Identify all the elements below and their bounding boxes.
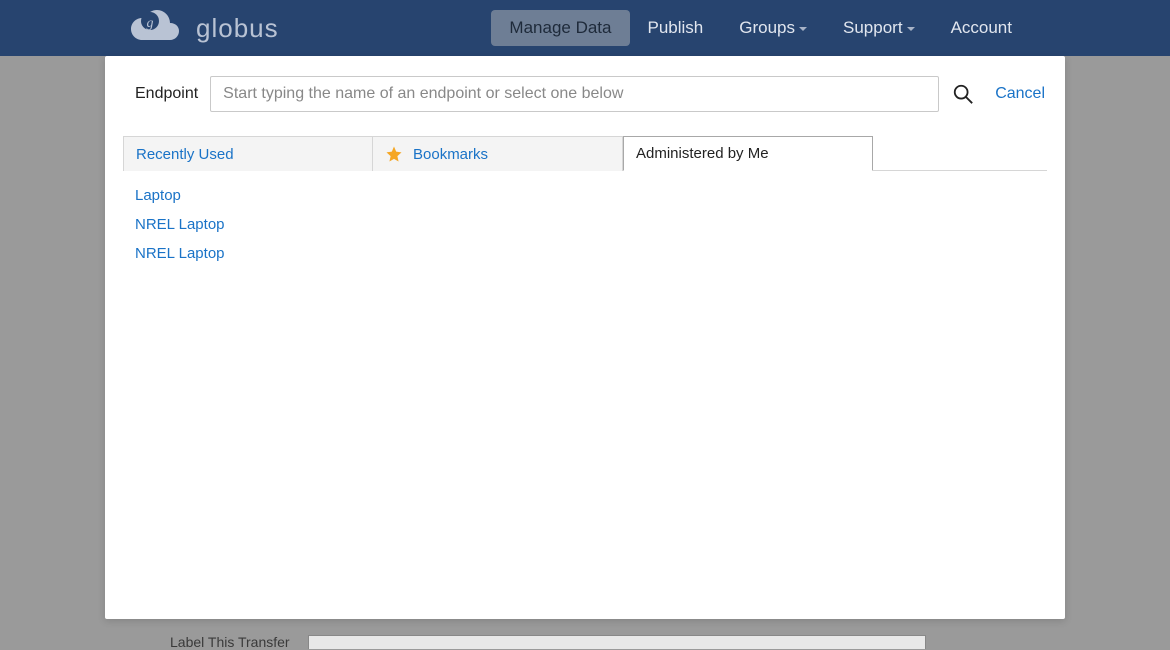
transfer-label-input-bg (308, 635, 926, 649)
tab-bookmarks[interactable]: Bookmarks (373, 136, 623, 171)
nav-label: Support (843, 18, 903, 38)
brand-text: globus (196, 13, 279, 44)
nav-label: Groups (739, 18, 795, 38)
chevron-down-icon (799, 27, 807, 31)
chevron-down-icon (907, 27, 915, 31)
tab-recently-used[interactable]: Recently Used (123, 136, 373, 171)
tab-administered-by-me[interactable]: Administered by Me (623, 136, 873, 171)
nav-account[interactable]: Account (933, 10, 1030, 46)
nav-support[interactable]: Support (825, 10, 933, 46)
cancel-link[interactable]: Cancel (995, 85, 1045, 103)
nav-manage-data[interactable]: Manage Data (491, 10, 629, 46)
endpoint-item[interactable]: NREL Laptop (135, 239, 1035, 268)
transfer-label-text: Label This Transfer (170, 634, 290, 650)
endpoint-picker-modal: Endpoint Cancel Recently Used Bookmarks … (105, 56, 1065, 619)
top-nav-header: g globus Manage Data Publish Groups Supp… (0, 0, 1170, 56)
endpoint-label: Endpoint (135, 85, 198, 103)
background-transfer-label-row: Label This Transfer (170, 634, 926, 650)
endpoint-list: Laptop NREL Laptop NREL Laptop (105, 171, 1065, 278)
brand-logo[interactable]: g globus (126, 7, 279, 49)
svg-text:g: g (147, 16, 154, 31)
star-icon (385, 145, 403, 163)
nav-label: Publish (648, 18, 704, 38)
nav-publish[interactable]: Publish (630, 10, 722, 46)
nav-label: Manage Data (509, 18, 611, 38)
endpoint-search-row: Endpoint Cancel (105, 56, 1065, 124)
endpoint-tabs: Recently Used Bookmarks Administered by … (123, 136, 1047, 171)
tab-label: Administered by Me (636, 145, 769, 162)
endpoint-item[interactable]: NREL Laptop (135, 210, 1035, 239)
search-button[interactable] (951, 82, 975, 106)
nav-groups[interactable]: Groups (721, 10, 825, 46)
globus-cloud-icon: g (126, 7, 186, 49)
endpoint-search-input[interactable] (210, 76, 939, 112)
nav-label: Account (951, 18, 1012, 38)
search-icon (952, 83, 974, 105)
endpoint-item[interactable]: Laptop (135, 181, 1035, 210)
tab-label: Recently Used (136, 146, 234, 163)
tab-label: Bookmarks (413, 146, 488, 163)
main-nav: Manage Data Publish Groups Support Accou… (491, 10, 1030, 46)
